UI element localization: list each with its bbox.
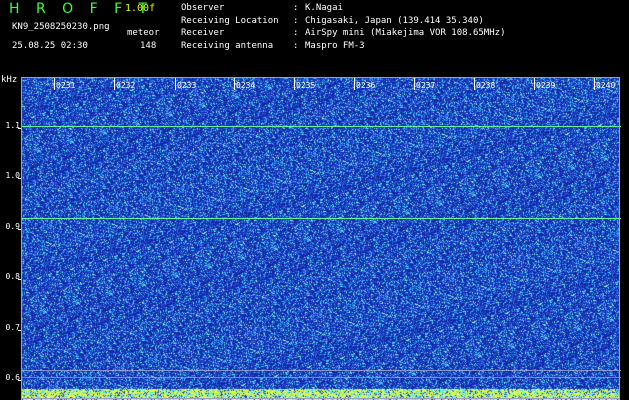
x-tick-label: 0233 <box>177 81 197 90</box>
y-tick-mark <box>18 178 21 179</box>
datetime-label: 25.08.25 02:30 <box>12 41 88 51</box>
x-tick-mark <box>294 78 295 90</box>
y-tick-label: 0.9 <box>5 222 20 231</box>
meta-key: Observer <box>181 3 225 13</box>
version-label: 1.00f <box>125 3 156 14</box>
meta-key: Receiving antenna <box>181 40 274 51</box>
x-tick-mark <box>474 78 475 90</box>
x-tick-mark <box>594 78 595 90</box>
count-label: 148 <box>140 41 157 51</box>
meta-value: Maspro FM-3 <box>305 40 365 51</box>
x-tick-label: 0236 <box>356 81 376 90</box>
header-panel: H R O F F T 1.00f KN9_2508250230.png met… <box>0 0 629 74</box>
x-tick-mark <box>234 78 235 90</box>
meta-value: Chigasaki, Japan (139.414 35.340) <box>305 15 484 26</box>
meta-row-antenna: Receiving antenna : Maspro FM-3 <box>181 40 505 53</box>
y-tick-mark <box>18 380 21 381</box>
x-tick-label: 0240 <box>596 81 616 90</box>
metadata-block: Observer : K.Nagai Receiving Location : … <box>181 2 505 52</box>
y-tick-mark <box>18 330 21 331</box>
x-tick-mark <box>354 78 355 90</box>
x-tick-label: 0231 <box>56 81 76 90</box>
meta-sep: : <box>293 28 299 38</box>
meta-value: K.Nagai <box>305 3 343 13</box>
meta-key: Receiving Location <box>181 15 279 26</box>
x-tick-mark <box>54 78 55 90</box>
y-tick-label: 0.8 <box>5 272 20 281</box>
x-tick-mark <box>414 78 415 90</box>
y-tick-mark <box>18 279 21 280</box>
y-tick-label: 1.1 <box>5 121 20 130</box>
x-tick-label: 0234 <box>236 81 256 90</box>
meta-key: Receiver <box>181 28 225 38</box>
y-axis-unit: kHz <box>1 75 18 85</box>
x-tick-label: 0232 <box>116 81 136 90</box>
x-tick-mark <box>175 78 176 90</box>
meta-value: AirSpy mini (Miakejima VOR 108.65MHz) <box>305 28 506 38</box>
right-margin-strip <box>620 77 629 400</box>
x-tick-mark <box>114 78 115 90</box>
filename-label: KN9_2508250230.png <box>12 22 110 32</box>
y-tick-label: 0.6 <box>5 373 20 382</box>
y-tick-label: 1.0 <box>5 171 20 180</box>
x-tick-label: 0235 <box>296 81 316 90</box>
x-tick-label: 0237 <box>416 81 436 90</box>
mode-label: meteor <box>127 28 160 38</box>
x-tick-label: 0238 <box>476 81 496 90</box>
reference-line <box>21 370 621 371</box>
x-tick-label: 0239 <box>536 81 556 90</box>
y-tick-mark <box>18 128 21 129</box>
reference-line <box>21 377 621 378</box>
y-tick-mark <box>18 229 21 230</box>
meta-row-observer: Observer : K.Nagai <box>181 2 505 15</box>
meta-sep: : <box>293 40 299 51</box>
meta-sep: : <box>293 3 299 13</box>
meta-row-receiver: Receiver : AirSpy mini (Miakejima VOR 10… <box>181 27 505 40</box>
meta-row-location: Receiving Location : Chigasaki, Japan (1… <box>181 15 505 28</box>
signal-line-upper <box>21 126 621 127</box>
y-tick-label: 0.7 <box>5 323 20 332</box>
signal-line-lower <box>21 218 621 219</box>
x-tick-mark <box>534 78 535 90</box>
meta-sep: : <box>293 15 299 26</box>
